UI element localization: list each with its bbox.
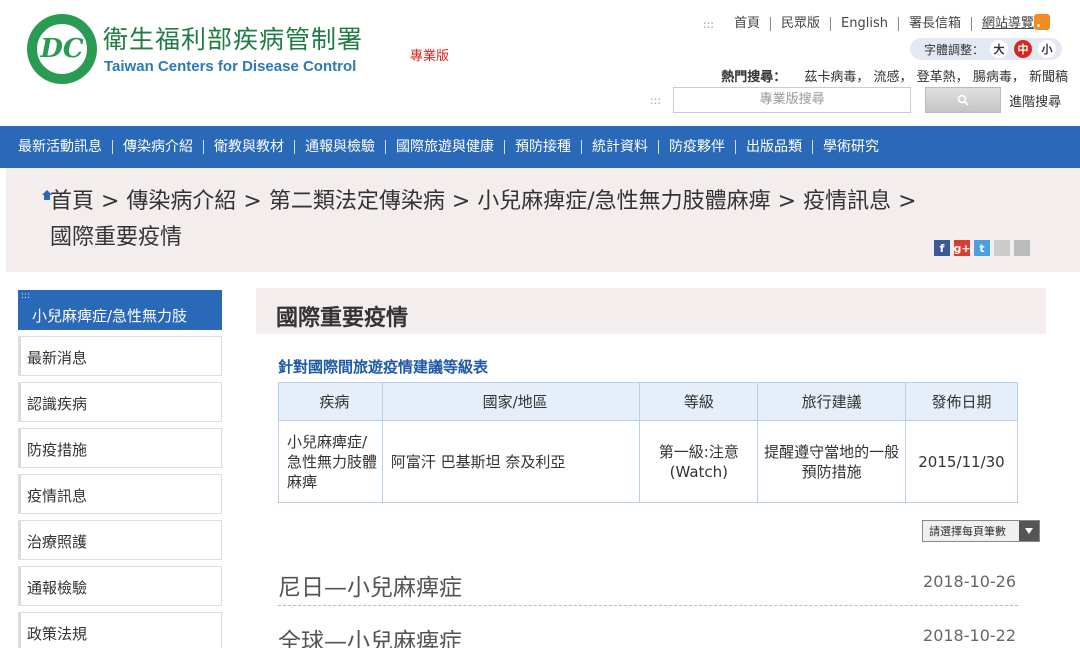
top-link-public[interactable]: 民眾版 xyxy=(771,17,832,31)
breadcrumb-band: 首頁 > 傳染病介紹 > 第二類法定傳染病 > 小兒麻痺症/急性無力肢體麻痺 >… xyxy=(6,168,1080,272)
sidebar: 小兒麻痺症/急性無力肢 最新消息 認識疾病 防疫措施 疫情訊息 治療照護 通報檢… xyxy=(18,288,222,648)
search-accesskey-dots[interactable]: ::: xyxy=(650,94,661,107)
sidebar-item-news[interactable]: 最新消息 xyxy=(18,336,222,376)
nav-item-travel[interactable]: 國際旅遊與健康 xyxy=(385,140,504,154)
hot-search-item[interactable]: 茲卡病毒， xyxy=(804,70,869,85)
twitter-icon[interactable]: t xyxy=(974,240,990,256)
column-header: 疾病 xyxy=(278,382,383,421)
nav-item-publications[interactable]: 出版品類 xyxy=(735,140,812,154)
nav-item-diseases[interactable]: 傳染病介紹 xyxy=(112,140,203,154)
travel-advisory-table: 疾病 國家/地區 等級 旅行建議 發佈日期 小兒麻痺症/急性無力肢體麻痺 阿富汗… xyxy=(278,382,1018,503)
sidebar-item-reporting[interactable]: 通報檢驗 xyxy=(18,566,222,606)
font-size-large-button[interactable]: 大 xyxy=(990,40,1008,58)
search-input[interactable]: 專業版搜尋 xyxy=(673,87,912,113)
cell-disease: 小兒麻痺症/急性無力肢體麻痺 xyxy=(278,420,383,503)
top-link-director-mail[interactable]: 署長信箱 xyxy=(899,17,972,31)
cdc-logo-icon[interactable]: DC xyxy=(27,14,97,84)
top-links: ::: 首頁 民眾版 English 署長信箱 網站導覽 xyxy=(703,17,1044,31)
news-title[interactable]: 全球—小兒麻痺症 xyxy=(278,622,462,648)
font-size-control: 字體調整： 大 中 小 xyxy=(909,38,1062,60)
news-title[interactable]: 尼日—小兒麻痺症 xyxy=(278,568,462,602)
sidebar-title[interactable]: 小兒麻痺症/急性無力肢 xyxy=(18,288,222,330)
search-icon xyxy=(957,94,969,106)
main-nav: 最新活動訊息 傳染病介紹 衛教與教材 通報與檢驗 國際旅遊與健康 預防接種 統計… xyxy=(0,126,1080,168)
hot-search-item[interactable]: 腸病毒， xyxy=(973,70,1025,85)
per-page-label: 請選擇每頁筆數 xyxy=(929,525,1006,538)
site-header: DC 衛生福利部疾病管制署 Taiwan Centers for Disease… xyxy=(0,0,1080,122)
rss-icon[interactable] xyxy=(1034,14,1050,30)
hot-search-label: 熱門搜尋： xyxy=(721,70,787,85)
mail-icon[interactable] xyxy=(994,240,1010,256)
nav-item-partners[interactable]: 防疫夥伴 xyxy=(658,140,735,154)
nav-item-statistics[interactable]: 統計資料 xyxy=(581,140,658,154)
main-header-band: 國際重要疫情 xyxy=(256,288,1046,334)
font-size-small-button[interactable]: 小 xyxy=(1038,40,1056,58)
news-date: 2018-10-22 xyxy=(923,626,1016,645)
nav-item-activities[interactable]: 最新活動訊息 xyxy=(18,140,112,154)
table-caption: 針對國際間旅遊疫情建議等級表 xyxy=(278,358,489,376)
cell-region: 阿富汗 巴基斯坦 奈及利亞 xyxy=(381,420,641,503)
search-bar: ::: 專業版搜尋 進階搜尋 xyxy=(650,86,1061,114)
font-size-label: 字體調整： xyxy=(923,42,984,57)
sidebar-item-about-disease[interactable]: 認識疾病 xyxy=(18,382,222,422)
sidebar-item-epidemic-info[interactable]: 疫情訊息 xyxy=(18,474,222,514)
table-row: 小兒麻痺症/急性無力肢體麻痺 阿富汗 巴基斯坦 奈及利亞 第一級:注意(Watc… xyxy=(278,420,1018,503)
font-size-medium-button[interactable]: 中 xyxy=(1014,40,1032,58)
top-link-home[interactable]: 首頁 xyxy=(724,17,771,31)
hot-searches: 熱門搜尋： 茲卡病毒， 流感， 登革熱， 腸病毒， 新聞稿 xyxy=(721,66,1068,85)
accesskey-dots[interactable]: ::: xyxy=(703,18,714,31)
breadcrumb[interactable]: 首頁 > 傳染病介紹 > 第二類法定傳染病 > 小兒麻痺症/急性無力肢體麻痺 >… xyxy=(50,184,930,256)
facebook-icon[interactable]: f xyxy=(934,240,950,256)
per-page-select[interactable]: 請選擇每頁筆數 xyxy=(922,520,1040,542)
nav-item-vaccination[interactable]: 預防接種 xyxy=(504,140,581,154)
share-bar: f g+ t xyxy=(934,240,1030,256)
chevron-down-icon[interactable] xyxy=(1019,521,1039,541)
logo-title-zh[interactable]: 衛生福利部疾病管制署 xyxy=(103,20,363,56)
sidebar-item-prevention[interactable]: 防疫措施 xyxy=(18,428,222,468)
cell-level: 第一級:注意(Watch) xyxy=(639,420,759,503)
column-header: 發佈日期 xyxy=(905,382,1018,421)
professional-edition-label: 專業版 xyxy=(410,49,450,64)
hot-search-item[interactable]: 流感， xyxy=(874,70,913,85)
list-item[interactable]: 全球—小兒麻痺症 2018-10-22 xyxy=(278,614,1018,648)
logo-mark: DC xyxy=(37,24,87,74)
cell-date: 2015/11/30 xyxy=(905,420,1018,503)
hot-search-item[interactable]: 登革熱， xyxy=(917,70,969,85)
column-header: 旅行建議 xyxy=(757,382,906,421)
nav-item-research[interactable]: 學術研究 xyxy=(812,140,889,154)
logo-title-en[interactable]: Taiwan Centers for Disease Control xyxy=(104,58,356,75)
column-header: 國家/地區 xyxy=(381,382,641,421)
cell-advice: 提醒遵守當地的一般預防措施 xyxy=(757,420,906,503)
hot-search-item[interactable]: 新聞稿 xyxy=(1029,70,1068,85)
google-plus-icon[interactable]: g+ xyxy=(953,240,971,256)
logo-mark-text: DC xyxy=(40,34,84,64)
column-header: 等級 xyxy=(639,382,759,421)
print-icon[interactable] xyxy=(1014,240,1030,256)
page-title: 國際重要疫情 xyxy=(276,306,409,331)
advanced-search-link[interactable]: 進階搜尋 xyxy=(1009,91,1061,110)
nav-item-reporting[interactable]: 通報與檢驗 xyxy=(294,140,385,154)
nav-item-education[interactable]: 衛教與教材 xyxy=(203,140,294,154)
search-button[interactable] xyxy=(925,87,1002,113)
news-date: 2018-10-26 xyxy=(923,572,1016,591)
top-link-english[interactable]: English xyxy=(831,17,899,31)
table-header-row: 疾病 國家/地區 等級 旅行建議 發佈日期 xyxy=(278,382,1018,421)
list-item[interactable]: 尼日—小兒麻痺症 2018-10-26 xyxy=(278,560,1018,606)
sidebar-item-policy[interactable]: 政策法規 xyxy=(18,612,222,648)
sidebar-item-treatment[interactable]: 治療照護 xyxy=(18,520,222,560)
